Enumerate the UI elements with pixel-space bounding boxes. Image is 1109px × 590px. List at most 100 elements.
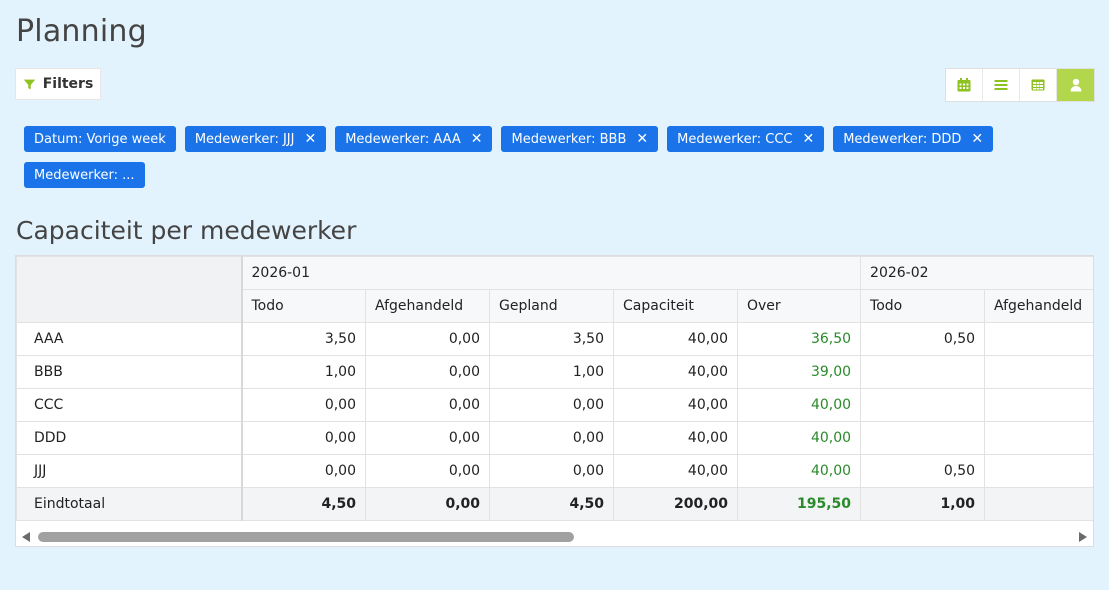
filter-chip[interactable]: Datum: Vorige week	[24, 126, 176, 152]
table-cell	[984, 355, 1093, 389]
table-cell: 195,50	[736, 487, 862, 521]
filter-chip-label: Medewerker: JJJ	[194, 131, 295, 147]
table-cell: 0,50	[860, 322, 986, 356]
column-header: Capaciteit	[613, 289, 738, 323]
section-title: Capaciteit per medewerker	[16, 216, 357, 245]
table-cell: 0,00	[241, 388, 366, 422]
view-switcher	[945, 68, 1095, 102]
table-cell	[984, 388, 1093, 422]
column-header: Todo	[860, 289, 986, 323]
filter-icon	[23, 79, 35, 89]
table-cell: 0,50	[860, 454, 986, 488]
filter-chip-label: Medewerker: ...	[34, 167, 135, 183]
corner-cell	[16, 256, 243, 323]
table-cell: 4,50	[489, 487, 614, 521]
table-view-button[interactable]	[1020, 69, 1057, 101]
table-cell: 0,00	[489, 421, 614, 455]
table-cell: 1,00	[241, 355, 366, 389]
capacity-table-container: 2026-01 2026-02 Todo Afgehandeld Gepland Ca…	[15, 255, 1094, 547]
table-cell: 40,00	[613, 454, 738, 488]
table-cell: 0,00	[489, 454, 614, 488]
filter-chip-label: Medewerker: AAA	[345, 131, 461, 147]
table-cell: 0,00	[489, 388, 614, 422]
scroll-right-arrow-icon[interactable]	[1079, 532, 1087, 542]
filter-chip[interactable]: Medewerker: JJJ ✕	[184, 126, 327, 152]
horizontal-scrollbar[interactable]	[16, 528, 1093, 546]
row-header: BBB	[16, 355, 243, 389]
column-header: Todo	[241, 289, 366, 323]
filter-chip[interactable]: Medewerker: BBB ✕	[501, 126, 659, 152]
active-filter-chips: Datum: Vorige week Medewerker: JJJ ✕ Medewe…	[24, 126, 1024, 188]
table-cell: 3,50	[489, 322, 614, 356]
table-cell	[860, 388, 986, 422]
list-icon	[994, 80, 1008, 90]
table-cell: 4,50	[241, 487, 366, 521]
total-row: Eindtotaal4,500,004,50200,00195,501,000,…	[16, 487, 1093, 521]
filter-chip-label: Datum: Vorige week	[34, 131, 166, 147]
period-header: 2026-01	[240, 256, 862, 290]
table-cell: 0,00	[365, 355, 490, 389]
table-cell: 40,00	[613, 388, 738, 422]
calendar-icon	[957, 78, 971, 92]
close-icon[interactable]: ✕	[802, 131, 814, 147]
table-cell	[860, 421, 986, 455]
table-cell: 1,00	[489, 355, 614, 389]
table-cell	[860, 355, 986, 389]
filter-chip-label: Medewerker: BBB	[511, 131, 627, 147]
row-header: JJJ	[16, 454, 243, 488]
table-cell: 0,00	[984, 487, 1093, 521]
table-cell: 40,00	[736, 388, 862, 422]
table-cell: 0,00	[365, 487, 490, 521]
table-cell: 40,00	[613, 421, 738, 455]
scrollbar-thumb[interactable]	[38, 532, 574, 542]
filters-button[interactable]: Filters	[15, 68, 101, 100]
close-icon[interactable]: ✕	[304, 131, 316, 147]
filter-chip-label: Medewerker: CCC	[677, 131, 793, 147]
capacity-table: 2026-01 2026-02 Todo Afgehandeld Gepland Ca…	[16, 256, 1093, 521]
table-cell: 39,00	[736, 355, 862, 389]
row-header: Eindtotaal	[16, 487, 243, 521]
close-icon[interactable]: ✕	[636, 131, 648, 147]
table-cell: 200,00	[613, 487, 738, 521]
table-cell: 0,00	[241, 421, 366, 455]
filters-button-label: Filters	[42, 76, 94, 92]
column-header: Gepland	[489, 289, 614, 323]
filter-chip[interactable]: Medewerker: AAA ✕	[335, 126, 493, 152]
row-header: DDD	[16, 421, 243, 455]
row-header: CCC	[16, 388, 243, 422]
table-body: AAA3,500,003,5040,0036,500,500,00BBB1,00…	[16, 322, 1093, 521]
filter-chip[interactable]: Medewerker: ...	[24, 162, 145, 188]
table-cell: 0,00	[365, 421, 490, 455]
table-row: CCC 0,00 0,00 0,00 40,00 40,00	[16, 388, 1093, 422]
table-row: DDD 0,00 0,00 0,00 40,00 40,00	[16, 421, 1093, 455]
period-header: 2026-02	[860, 256, 1093, 290]
column-header: Over	[736, 289, 862, 323]
table-row: AAA3,500,003,5040,0036,500,500,00	[16, 322, 1093, 356]
table-cell: 3,50	[241, 322, 366, 356]
table-row: BBB 1,00 0,00 1,00 40,00 39,00	[16, 355, 1093, 389]
period-header-row: 2026-01 2026-02	[16, 256, 1093, 323]
table-cell: 0,00	[365, 454, 490, 488]
table-cell: 0,00	[365, 388, 490, 422]
row-header: AAA	[16, 322, 243, 356]
filter-chip-label: Medewerker: DDD	[843, 131, 962, 147]
table-cell: 0,00	[241, 454, 366, 488]
scroll-left-arrow-icon[interactable]	[22, 532, 30, 542]
table-cell: 40,00	[613, 322, 738, 356]
page-title: Planning	[16, 14, 147, 49]
grid-icon	[1031, 79, 1045, 91]
table-cell: 40,00	[613, 355, 738, 389]
calendar-view-button[interactable]	[946, 69, 983, 101]
table-cell: 40,00	[736, 421, 862, 455]
column-header: Afgehandeld	[365, 289, 490, 323]
filter-chip[interactable]: Medewerker: DDD ✕	[833, 126, 994, 152]
table-cell: 36,50	[736, 322, 862, 356]
close-icon[interactable]: ✕	[971, 131, 983, 147]
table-cell: 0,00	[984, 322, 1093, 356]
employee-view-button[interactable]	[1057, 69, 1094, 101]
user-icon	[1070, 78, 1081, 92]
column-header: Afgehandeld	[984, 289, 1093, 323]
list-view-button[interactable]	[983, 69, 1020, 101]
filter-chip[interactable]: Medewerker: CCC ✕	[667, 126, 825, 152]
close-icon[interactable]: ✕	[471, 131, 483, 147]
